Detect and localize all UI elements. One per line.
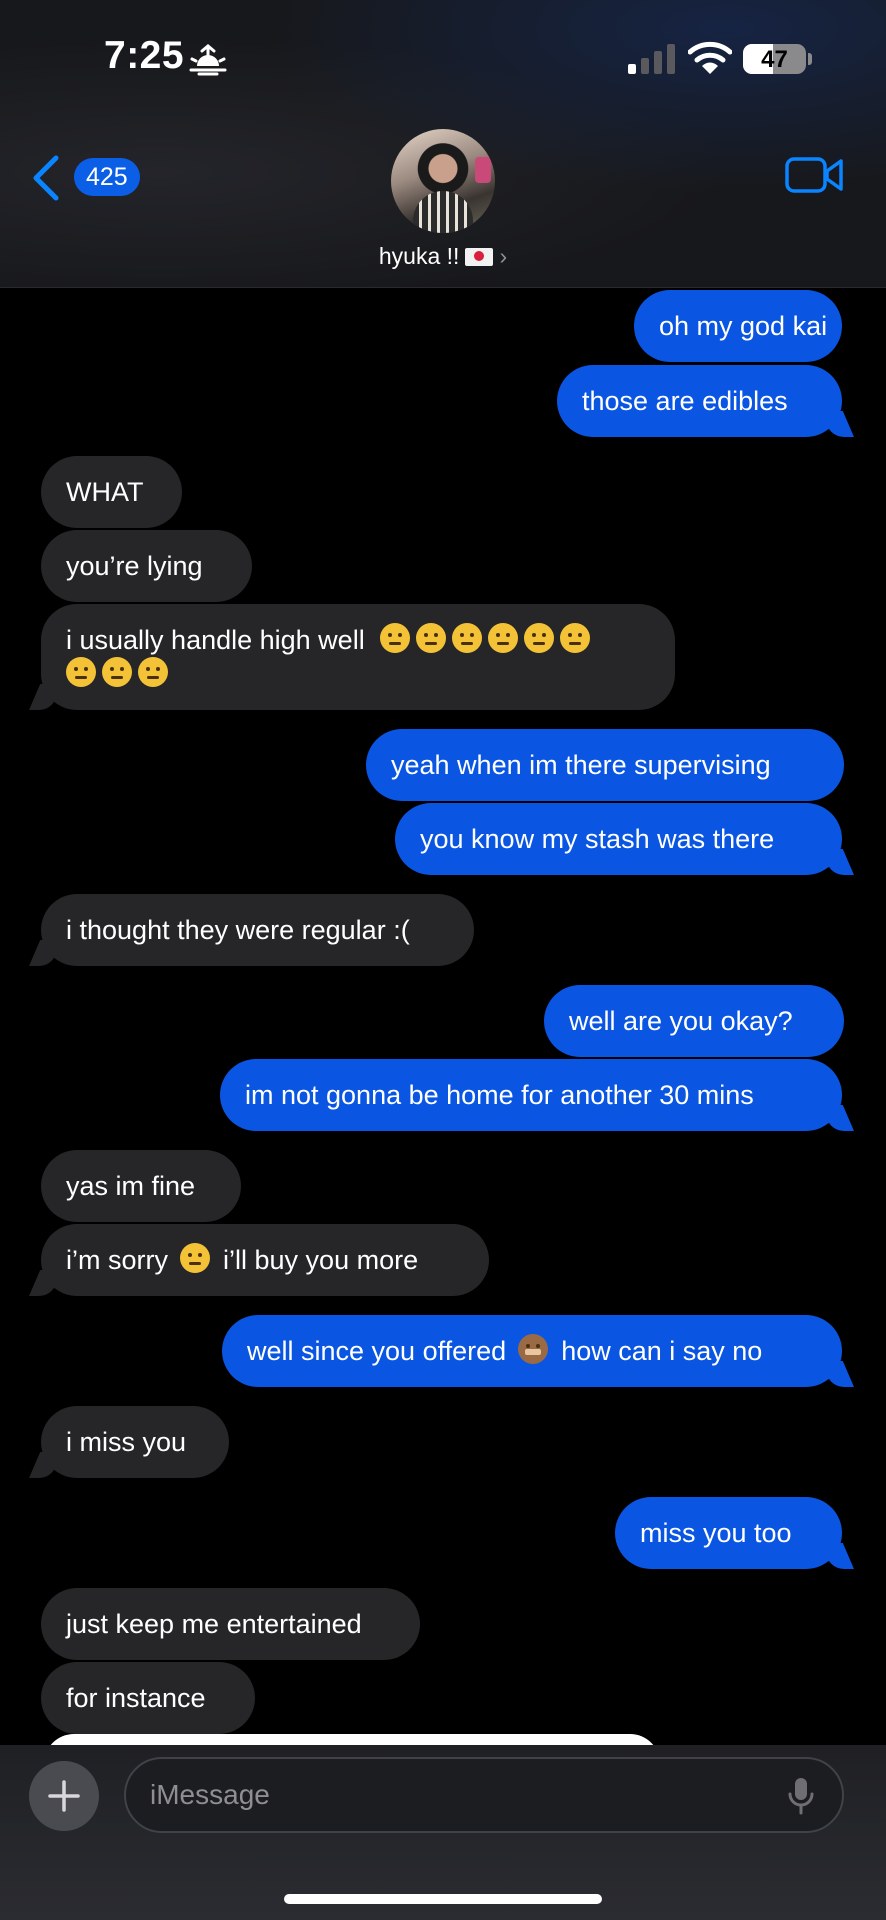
pleading-face-emoji-icon: [179, 1243, 210, 1273]
received-message[interactable]: for instance: [41, 1662, 255, 1734]
battery-indicator: 47: [743, 44, 806, 74]
message-text: you’re lying: [66, 551, 203, 581]
sent-message[interactable]: those are edibles: [557, 365, 842, 437]
add-attachment-button[interactable]: [29, 1761, 99, 1831]
received-message[interactable]: just keep me entertained: [41, 1588, 420, 1660]
message-line: [66, 657, 174, 691]
zany-face-emoji-icon: [66, 657, 96, 687]
message-text: just keep me entertained: [66, 1609, 362, 1639]
message-text: oh my god kai: [659, 311, 828, 341]
chevron-right-icon: ›: [499, 243, 508, 269]
see-no-evil-monkey-emoji-icon: [517, 1334, 548, 1364]
message-text: how can i say no: [561, 1336, 763, 1366]
message-line: well since you offered how can i say no: [247, 1334, 817, 1368]
chevron-left-icon[interactable]: [30, 154, 62, 202]
message-text: yeah when im there supervising: [391, 750, 771, 780]
raised-eyebrow-emoji-icon: [380, 623, 411, 653]
received-image-preview[interactable]: [44, 1734, 660, 1745]
sent-message[interactable]: you know my stash was there: [395, 803, 842, 875]
received-message[interactable]: i usually handle high well: [41, 604, 675, 710]
message-text: those are edibles: [582, 386, 788, 416]
avatar-background-detail: [475, 157, 491, 183]
raised-eyebrow-emoji-icon: [560, 623, 591, 653]
sent-message[interactable]: well are you okay?: [544, 985, 844, 1057]
received-message[interactable]: i’m sorry i’ll buy you more: [41, 1224, 489, 1296]
message-thread[interactable]: oh my god kai those are edibles WHAT you…: [0, 288, 886, 1745]
raised-eyebrow-emoji-icon: [452, 623, 483, 653]
received-message[interactable]: WHAT: [41, 456, 182, 528]
unread-count-badge[interactable]: 425: [74, 158, 140, 196]
message-text: i miss you: [66, 1427, 187, 1457]
received-message[interactable]: yas im fine: [41, 1150, 241, 1222]
received-message[interactable]: you’re lying: [41, 530, 252, 602]
sunrise-icon: [189, 44, 227, 76]
sent-message[interactable]: im not gonna be home for another 30 mins: [220, 1059, 842, 1131]
message-text: i thought they were regular :(: [66, 915, 410, 945]
battery-nub: [808, 53, 812, 65]
message-line: i usually handle high well: [66, 623, 596, 657]
raised-eyebrow-emoji-icon: [524, 623, 555, 653]
message-text: i usually handle high well: [66, 625, 365, 655]
raised-eyebrow-emoji-icon: [416, 623, 447, 653]
message-text: for instance: [66, 1683, 206, 1713]
message-text: im not gonna be home for another 30 mins: [245, 1080, 754, 1110]
flag-emoji-icon: [465, 248, 494, 266]
message-line: i’m sorry i’ll buy you more: [66, 1243, 464, 1277]
message-text: yas im fine: [66, 1171, 196, 1201]
sent-message[interactable]: yeah when im there supervising: [366, 729, 844, 801]
nerd-face-emoji-icon: [102, 657, 132, 687]
message-text: well are you okay?: [569, 1006, 793, 1036]
plus-icon: [48, 1780, 80, 1812]
sent-message[interactable]: miss you too: [615, 1497, 842, 1569]
message-text: i’ll buy you more: [223, 1245, 419, 1275]
battery-level: 47: [761, 46, 788, 73]
message-text: miss you too: [640, 1518, 792, 1548]
contact-name: hyuka !!: [378, 243, 460, 269]
raised-eyebrow-emoji-icon: [488, 623, 519, 653]
contact-avatar[interactable]: [391, 129, 495, 233]
message-text: well since you offered: [247, 1336, 507, 1366]
kissing-face-emoji-icon: [138, 657, 168, 687]
avatar-sweater: [413, 191, 473, 233]
home-indicator[interactable]: [284, 1894, 602, 1904]
wifi-icon: [688, 41, 732, 74]
sent-message[interactable]: oh my god kai: [634, 290, 842, 362]
status-time: 7:25: [104, 34, 185, 77]
microphone-icon[interactable]: [786, 1776, 816, 1816]
message-text: i’m sorry: [66, 1245, 168, 1275]
received-message[interactable]: i thought they were regular :(: [41, 894, 474, 966]
contact-name-row[interactable]: hyuka !! ›: [0, 243, 886, 270]
video-camera-icon[interactable]: [785, 155, 843, 195]
sent-message[interactable]: well since you offered how can i say no: [222, 1315, 842, 1387]
message-text: you know my stash was there: [420, 824, 775, 854]
imessage-input[interactable]: iMessage: [124, 1757, 844, 1833]
message-text: WHAT: [66, 477, 144, 507]
received-message[interactable]: i miss you: [41, 1406, 229, 1478]
cellular-signal-icon: [628, 44, 675, 74]
